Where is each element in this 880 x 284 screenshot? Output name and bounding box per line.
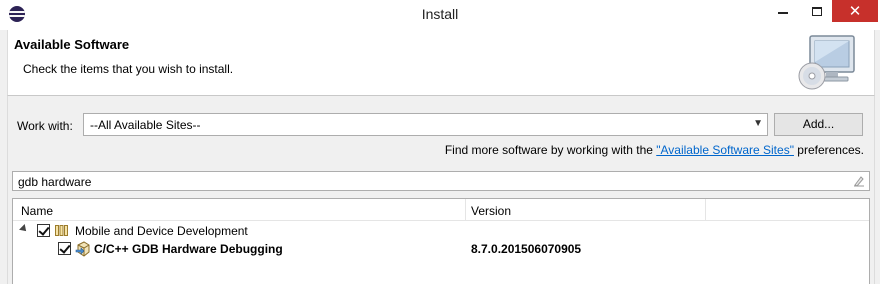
find-more-text: Find more software by working with the "…	[445, 143, 864, 157]
find-more-prefix: Find more software by working with the	[444, 143, 657, 157]
expand-arrow-icon[interactable]	[19, 224, 29, 234]
wizard-header: Available Software Check the items that …	[7, 30, 875, 96]
close-icon: ✕	[848, 3, 862, 20]
maximize-button[interactable]	[802, 0, 832, 22]
column-header-version[interactable]: Version	[471, 204, 511, 218]
category-label: Mobile and Device Development	[75, 224, 248, 238]
work-with-label: Work with:	[17, 119, 73, 133]
page-description: Check the items that you wish to install…	[23, 62, 234, 76]
work-with-value: --All Available Sites--	[90, 118, 201, 132]
minimize-icon	[778, 12, 788, 14]
close-button[interactable]: ✕	[832, 0, 878, 22]
software-tree[interactable]: Name Version Mobile and Device Developme…	[12, 198, 870, 284]
feature-plugin-icon	[75, 241, 90, 257]
column-divider[interactable]	[465, 199, 466, 221]
column-header-name[interactable]: Name	[21, 204, 53, 218]
tree-row-feature[interactable]: C/C++ GDB Hardware Debugging 8.7.0.20150…	[13, 240, 869, 258]
chevron-down-icon[interactable]: ▼	[753, 118, 763, 129]
feature-version: 8.7.0.201506070905	[471, 242, 582, 256]
monitor-cd-icon	[798, 35, 855, 90]
filter-value: gdb hardware	[18, 175, 92, 189]
work-with-combo[interactable]: --All Available Sites-- ▼	[83, 113, 768, 136]
available-sites-link[interactable]: "Available Software Sites"	[656, 143, 794, 157]
window-title: Install	[421, 6, 459, 22]
page-title: Available Software	[14, 37, 130, 52]
add-site-button[interactable]: Add...	[774, 113, 863, 136]
filter-input[interactable]: gdb hardware	[12, 171, 870, 191]
find-more-suffix: preferences.	[793, 143, 864, 157]
title-bar: Install ✕	[0, 0, 880, 30]
column-divider[interactable]	[705, 199, 706, 221]
tree-header: Name Version	[13, 199, 869, 221]
maximize-icon	[812, 6, 822, 16]
clear-filter-icon[interactable]	[853, 175, 865, 187]
feature-label: C/C++ GDB Hardware Debugging	[94, 242, 283, 256]
category-icon	[55, 225, 68, 236]
category-checkbox[interactable]	[37, 224, 50, 237]
wizard-body: Work with: --All Available Sites-- ▼ Add…	[7, 96, 875, 284]
feature-checkbox[interactable]	[58, 242, 71, 255]
tree-row-category[interactable]: Mobile and Device Development	[13, 222, 869, 240]
minimize-button[interactable]	[768, 0, 798, 22]
